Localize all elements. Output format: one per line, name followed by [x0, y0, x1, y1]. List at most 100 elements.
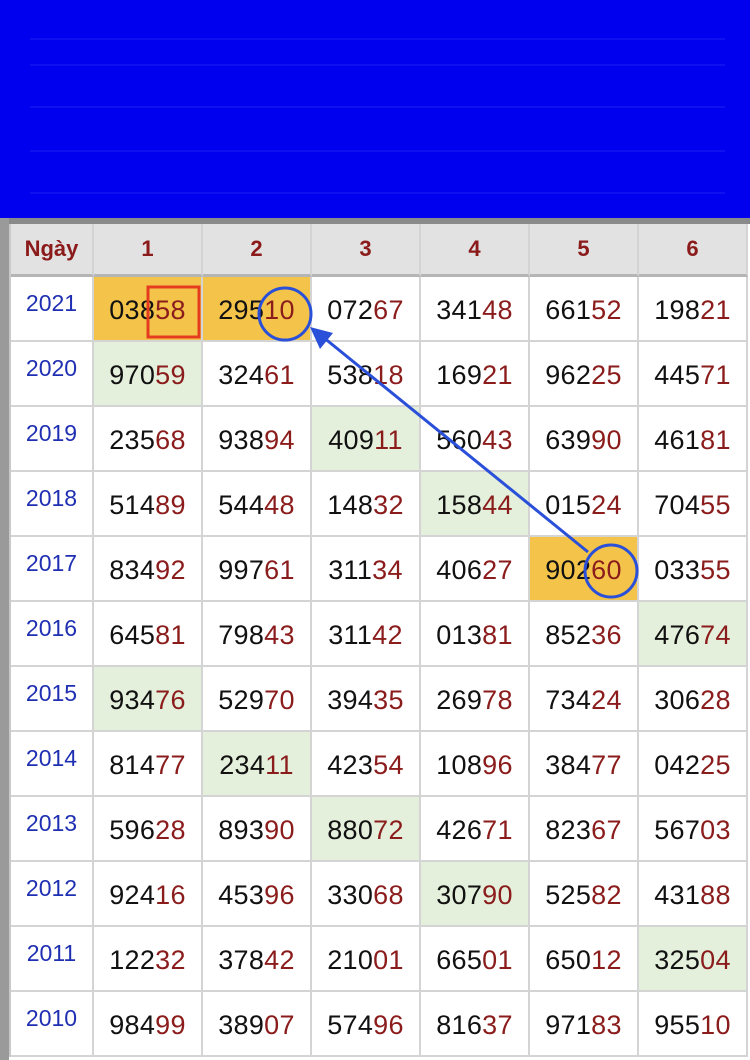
- result-leading-digits: 341: [436, 295, 483, 325]
- result-tail-digits: 94: [264, 425, 295, 455]
- result-tail-digits: 37: [482, 1010, 513, 1040]
- header-col-5: 5: [530, 224, 639, 277]
- result-cell: 378 42: [203, 927, 312, 992]
- result-tail-digits: 48: [482, 295, 513, 325]
- result-cell: 198 21: [639, 277, 748, 342]
- result-leading-digits: 423: [327, 750, 374, 780]
- result-tail-digits: 90: [591, 425, 622, 455]
- result-tail-digits: 70: [264, 685, 295, 715]
- result-tail-digits: 71: [700, 360, 731, 390]
- result-tail-digits: 59: [155, 360, 186, 390]
- result-leading-digits: 934: [109, 685, 156, 715]
- result-cell: 984 99: [94, 992, 203, 1057]
- result-leading-digits: 378: [218, 945, 265, 975]
- year-cell: 2019: [11, 407, 94, 472]
- result-leading-digits: 384: [545, 750, 592, 780]
- result-tail-digits: 21: [482, 360, 513, 390]
- result-leading-digits: 984: [109, 1010, 156, 1040]
- result-tail-digits: 01: [482, 945, 513, 975]
- result-leading-digits: 295: [218, 295, 265, 325]
- result-cell: 445 71: [639, 342, 748, 407]
- result-tail-digits: 90: [264, 815, 295, 845]
- result-tail-digits: 71: [482, 815, 513, 845]
- banner-stripe: [30, 106, 725, 108]
- result-cell: 122 32: [94, 927, 203, 992]
- result-tail-digits: 34: [372, 555, 403, 585]
- result-leading-digits: 122: [109, 945, 156, 975]
- banner-stripe: [30, 64, 725, 66]
- result-tail-digits: 88: [700, 880, 731, 910]
- result-leading-digits: 704: [654, 490, 701, 520]
- result-leading-digits: 665: [436, 945, 483, 975]
- result-leading-digits: 033: [654, 555, 701, 585]
- result-leading-digits: 072: [327, 295, 374, 325]
- result-leading-digits: 538: [327, 360, 374, 390]
- result-tail-digits: 11: [374, 425, 403, 455]
- result-cell: 409 11: [312, 407, 421, 472]
- year-cell: 2020: [11, 342, 94, 407]
- result-cell: 934 76: [94, 667, 203, 732]
- result-cell: 038 58: [94, 277, 203, 342]
- result-tail-digits: 82: [591, 880, 622, 910]
- result-tail-digits: 48: [264, 490, 295, 520]
- result-cell: 816 37: [421, 992, 530, 1057]
- result-cell: 645 81: [94, 602, 203, 667]
- result-leading-digits: 015: [545, 490, 592, 520]
- result-cell: 661 52: [530, 277, 639, 342]
- result-cell: 704 55: [639, 472, 748, 537]
- result-cell: 426 71: [421, 797, 530, 862]
- result-leading-digits: 893: [218, 815, 265, 845]
- result-cell: 938 94: [203, 407, 312, 472]
- result-leading-digits: 324: [218, 360, 265, 390]
- result-tail-digits: 77: [155, 750, 186, 780]
- result-cell: 970 59: [94, 342, 203, 407]
- result-cell: 013 81: [421, 602, 530, 667]
- result-leading-digits: 834: [109, 555, 156, 585]
- result-tail-digits: 01: [373, 945, 404, 975]
- result-leading-digits: 574: [327, 1010, 374, 1040]
- result-tail-digits: 10: [264, 295, 295, 325]
- result-leading-digits: 645: [109, 620, 156, 650]
- result-cell: 639 90: [530, 407, 639, 472]
- result-leading-digits: 997: [218, 555, 265, 585]
- result-cell: 852 36: [530, 602, 639, 667]
- year-cell: 2010: [11, 992, 94, 1057]
- result-tail-digits: 27: [482, 555, 513, 585]
- result-cell: 324 61: [203, 342, 312, 407]
- year-cell: 2018: [11, 472, 94, 537]
- result-leading-digits: 158: [436, 490, 483, 520]
- result-cell: 406 27: [421, 537, 530, 602]
- result-cell: 394 35: [312, 667, 421, 732]
- result-leading-digits: 311: [328, 555, 373, 585]
- year-cell: 2015: [11, 667, 94, 732]
- banner-stripe: [30, 192, 725, 194]
- result-tail-digits: 77: [591, 750, 622, 780]
- result-leading-digits: 544: [218, 490, 265, 520]
- result-tail-digits: 12: [591, 945, 622, 975]
- year-cell: 2017: [11, 537, 94, 602]
- result-leading-digits: 798: [218, 620, 265, 650]
- result-tail-digits: 78: [482, 685, 513, 715]
- result-leading-digits: 880: [327, 815, 374, 845]
- result-leading-digits: 734: [545, 685, 592, 715]
- year-cell: 2011: [11, 927, 94, 992]
- header-date: Ngày: [11, 224, 94, 277]
- result-tail-digits: 21: [700, 295, 731, 325]
- result-tail-digits: 07: [264, 1010, 295, 1040]
- result-cell: 734 24: [530, 667, 639, 732]
- result-leading-digits: 325: [654, 945, 701, 975]
- result-cell: 148 32: [312, 472, 421, 537]
- result-cell: 574 96: [312, 992, 421, 1057]
- result-cell: 971 83: [530, 992, 639, 1057]
- banner-stripe: [30, 38, 725, 40]
- result-cell: 955 10: [639, 992, 748, 1057]
- result-leading-digits: 409: [328, 425, 375, 455]
- result-tail-digits: 35: [373, 685, 404, 715]
- result-cell: 295 10: [203, 277, 312, 342]
- result-leading-digits: 661: [545, 295, 592, 325]
- result-leading-digits: 406: [436, 555, 483, 585]
- result-tail-digits: 72: [373, 815, 404, 845]
- result-leading-digits: 198: [654, 295, 701, 325]
- result-leading-digits: 823: [545, 815, 592, 845]
- result-leading-digits: 639: [545, 425, 592, 455]
